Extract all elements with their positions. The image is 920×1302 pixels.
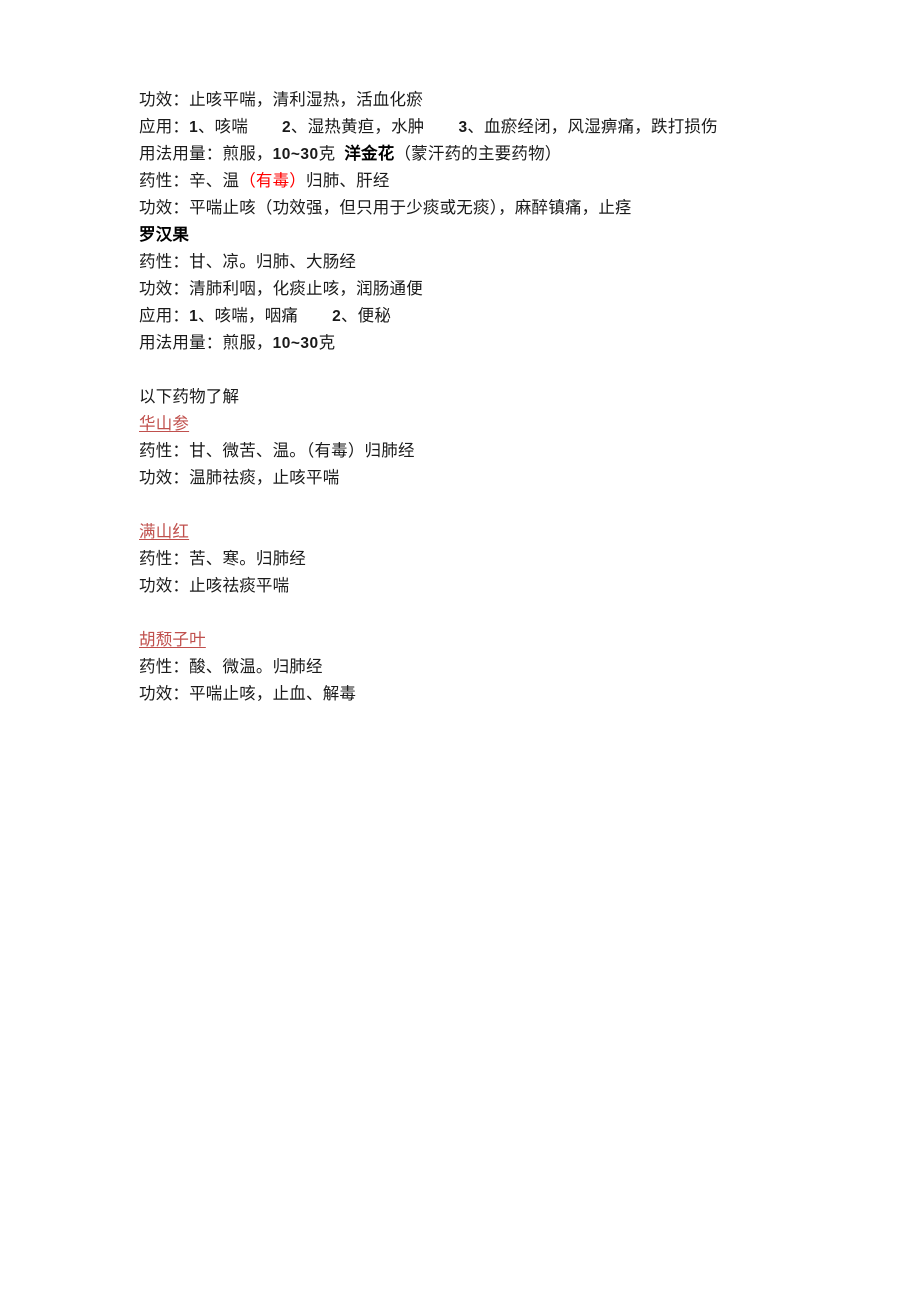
text-run: 克 <box>318 333 336 352</box>
text-run: 功效：止咳祛痰平喘 <box>139 576 290 595</box>
item-number: 2 <box>282 119 291 136</box>
text-run: 克 <box>318 144 336 163</box>
text-line: 功效：温肺祛痰，止咳平喘 <box>139 464 799 491</box>
drug-name-heading-red: 满山红 <box>139 518 799 545</box>
text-line: 药性：辛、温（有毒）归肺、肝经 <box>139 167 799 194</box>
text-run: 药性：甘、微苦、温。（有毒）归肺经 <box>139 441 415 460</box>
text-run: 用法用量：煎服， <box>139 333 273 352</box>
text-line: 以下药物了解 <box>139 383 799 410</box>
text-run: 药性：甘、凉。归肺、大肠经 <box>139 252 357 271</box>
text-line: 功效：止咳祛痰平喘 <box>139 572 799 599</box>
text-run: 以下药物了解 <box>139 387 240 406</box>
text-run: 、便秘 <box>340 306 392 325</box>
text-run: 药性：辛、温 <box>139 171 240 190</box>
text-run: 、血瘀经闭，风湿痹痛，跌打损伤 <box>467 117 718 136</box>
text-run: 应用： <box>139 306 190 325</box>
text-run: 归肺、肝经 <box>306 171 390 190</box>
drug-name-label: 华山参 <box>139 414 190 433</box>
text-line: 药性：甘、微苦、温。（有毒）归肺经 <box>139 437 799 464</box>
text-run: 功效：止咳平喘，清利湿热，活血化瘀 <box>139 90 423 109</box>
text-run: 药性：苦、寒。归肺经 <box>139 549 306 568</box>
text-line: 药性：苦、寒。归肺经 <box>139 545 799 572</box>
text-line: 应用：1、咳喘，咽痛 2、便秘 <box>139 302 799 329</box>
drug-name-label: 满山红 <box>139 522 190 541</box>
text-run: 药性：酸、微温。归肺经 <box>139 657 323 676</box>
item-number: 1 <box>189 308 198 325</box>
item-number: 2 <box>332 308 341 325</box>
text-line: 功效：清肺利咽，化痰止咳，润肠通便 <box>139 275 799 302</box>
text-run: 功效：平喘止咳（功效强，但只用于少痰或无痰），麻醉镇痛，止痉 <box>139 198 632 217</box>
drug-name-label: 罗汉果 <box>139 226 190 244</box>
text-line: 功效：平喘止咳（功效强，但只用于少痰或无痰），麻醉镇痛，止痉 <box>139 194 799 221</box>
text-run: 、咳喘 <box>197 117 249 136</box>
text-line: 应用：1、咳喘 2、湿热黄疸，水肿 3、血瘀经闭，风湿痹痛，跌打损伤 <box>139 113 799 140</box>
text-run: 用法用量：煎服， <box>139 144 273 163</box>
text-line: 功效：平喘止咳，止血、解毒 <box>139 680 799 707</box>
dosage-value: 10~30 <box>272 146 319 163</box>
text-run: 应用： <box>139 117 190 136</box>
item-number: 1 <box>189 119 198 136</box>
text-run: 功效：温肺祛痰，止咳平喘 <box>139 468 340 487</box>
text-line: 用法用量：煎服，10~30克 洋金花（蒙汗药的主要药物） <box>139 140 799 167</box>
toxicity-warning: （有毒） <box>239 171 307 190</box>
drug-name-heading-red: 华山参 <box>139 410 799 437</box>
text-line: 功效：止咳平喘，清利湿热，活血化瘀 <box>139 86 799 113</box>
text-line: 药性：酸、微温。归肺经 <box>139 653 799 680</box>
text-run: 功效：平喘止咳，止血、解毒 <box>139 684 357 703</box>
text-run: （蒙汗药的主要药物） <box>394 144 562 163</box>
drug-name-label: 胡颓子叶 <box>139 630 206 649</box>
text-line: 用法用量：煎服，10~30克 <box>139 329 799 356</box>
text-run: 、湿热黄疸，水肿 <box>290 117 425 136</box>
document-text-body: 功效：止咳平喘，清利湿热，活血化瘀 应用：1、咳喘 2、湿热黄疸，水肿 3、血瘀经闭，… <box>139 86 799 707</box>
drug-name-heading-bold: 罗汉果 <box>139 221 799 248</box>
text-line: 药性：甘、凉。归肺、大肠经 <box>139 248 799 275</box>
inline-drug-name: 洋金花 <box>344 145 395 163</box>
dosage-value: 10~30 <box>272 335 319 352</box>
document-page: 功效：止咳平喘，清利湿热，活血化瘀 应用：1、咳喘 2、湿热黄疸，水肿 3、血瘀经闭，… <box>0 0 920 1302</box>
item-number: 3 <box>458 119 468 136</box>
text-run: 、咳喘，咽痛 <box>197 306 299 325</box>
text-run: 功效：清肺利咽，化痰止咳，润肠通便 <box>139 279 423 298</box>
drug-name-heading-red: 胡颓子叶 <box>139 626 799 653</box>
